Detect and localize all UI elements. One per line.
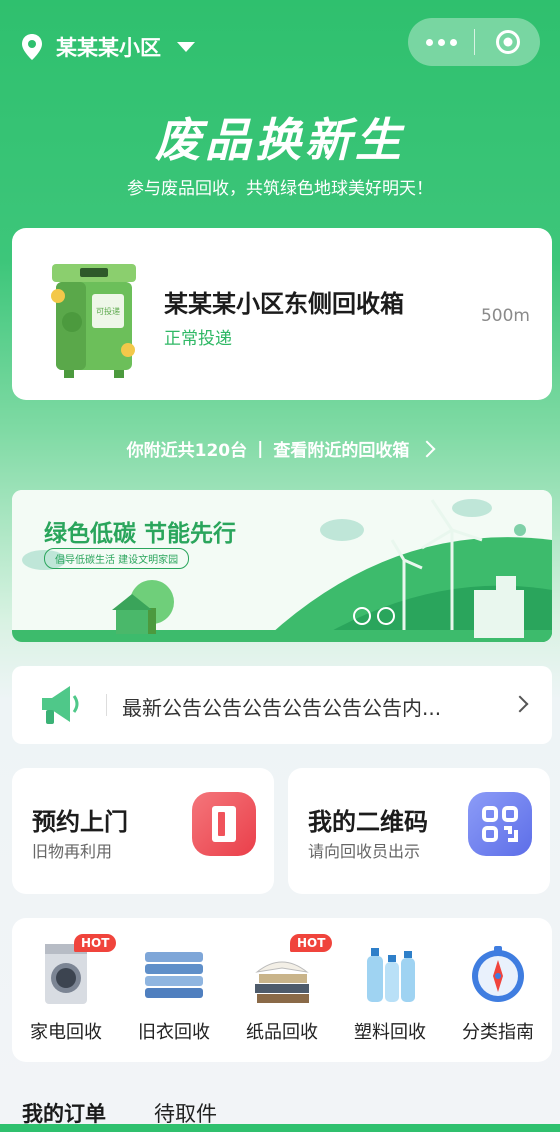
compass-icon [472, 946, 524, 1002]
location-name: 某某某小区 [56, 36, 161, 60]
banner-tagline: 倡导低碳生活 建设文明家园 [44, 548, 190, 569]
bin-label: 可投递 [96, 306, 120, 316]
folded-clothes-icon [145, 952, 203, 998]
my-qrcode-subtitle: 请向回收员出示 [308, 842, 421, 861]
category-clothes[interactable]: 旧衣回收 [120, 918, 228, 1062]
nearby-count: 你附近共120台 [126, 441, 248, 461]
category-plastic[interactable]: 塑料回收 [336, 918, 444, 1062]
announcement-bar[interactable]: 最新公告公告公告公告公告公告内... [12, 666, 552, 744]
category-label: 家电回收 [30, 1022, 102, 1043]
station-name: 某某某小区东侧回收箱 [164, 290, 404, 318]
schedule-pickup-card[interactable]: 预约上门 旧物再利用 [12, 768, 274, 894]
recycle-station-card[interactable]: 可投递 某某某小区东侧回收箱 正常投递 500m [12, 228, 552, 400]
banner-headline: 绿色低碳 节能先行 [44, 521, 237, 547]
category-appliance[interactable]: HOT 家电回收 [12, 918, 120, 1062]
nearby-link-text: 查看附近的回收箱 [273, 441, 410, 461]
qrcode-icon [468, 792, 532, 856]
miniapp-capsule [408, 18, 540, 66]
category-paper[interactable]: HOT 纸品回收 [228, 918, 336, 1062]
chevron-down-icon [177, 42, 195, 52]
announcement-text: 最新公告公告公告公告公告公告内... [122, 696, 442, 720]
plastic-bottles-icon [367, 948, 415, 1002]
category-label: 分类指南 [462, 1022, 534, 1043]
close-miniapp-icon[interactable] [475, 29, 540, 55]
hot-badge: HOT [74, 934, 117, 952]
schedule-pickup-title: 预约上门 [32, 808, 128, 836]
chevron-right-icon [511, 695, 529, 713]
location-selector[interactable]: 某某某小区 [20, 30, 195, 64]
category-label: 纸品回收 [246, 1022, 318, 1043]
chevron-right-icon [418, 440, 436, 457]
hero-title: 废品换新生 [155, 113, 405, 167]
location-pin-icon [22, 34, 42, 60]
station-status: 正常投递 [164, 329, 232, 349]
megaphone-icon [42, 686, 79, 724]
divider: | [257, 438, 264, 459]
notice-divider [106, 694, 107, 716]
door-icon [192, 792, 256, 856]
nearby-stations-link[interactable]: 你附近共120台 | 查看附近的回收箱 [0, 436, 560, 461]
station-distance: 500m [480, 306, 530, 326]
category-label: 旧衣回收 [138, 1022, 210, 1043]
recycle-bin-illustration: 可投递 [51, 264, 136, 378]
promo-banner[interactable]: 绿色低碳 节能先行 倡导低碳生活 建设文明家园 [12, 490, 552, 642]
hero-subtitle: 参与废品回收，共筑绿色地球美好明天！ [127, 179, 433, 199]
schedule-pickup-subtitle: 旧物再利用 [32, 842, 113, 861]
recycle-category-grid: HOT 家电回收 旧衣回收 HOT 纸品回收 塑料回收 分类指南 [12, 918, 552, 1062]
my-qrcode-card[interactable]: 我的二维码 请向回收员出示 [288, 768, 550, 894]
my-qrcode-title: 我的二维码 [308, 808, 428, 836]
category-label: 塑料回收 [354, 1022, 426, 1043]
hot-badge: HOT [290, 934, 333, 952]
category-guide[interactable]: 分类指南 [444, 918, 552, 1062]
more-menu-icon[interactable] [408, 38, 474, 46]
